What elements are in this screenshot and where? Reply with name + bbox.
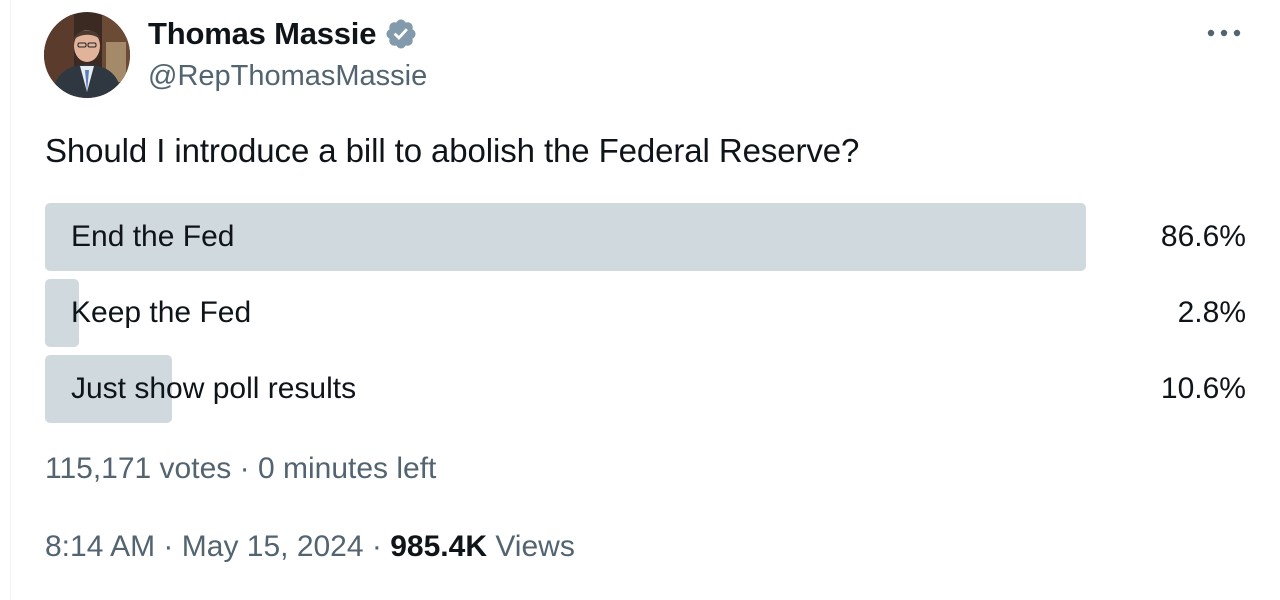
- avatar[interactable]: [44, 12, 130, 98]
- poll-option-percent: 2.8%: [1177, 296, 1246, 329]
- tweet-text: Should I introduce a bill to abolish the…: [45, 132, 860, 169]
- author-handle[interactable]: @RepThomasMassie: [148, 60, 427, 93]
- poll-option: Just show poll results 10.6%: [45, 355, 1250, 423]
- divider: [10, 0, 11, 600]
- avatar-image: [44, 12, 130, 98]
- display-name[interactable]: Thomas Massie: [148, 16, 376, 52]
- tweet-footer: 8:14 AM · May 15, 2024 · 985.4K Views: [45, 530, 575, 564]
- poll-option: Keep the Fed 2.8%: [45, 279, 1250, 347]
- author-name-row: Thomas Massie: [148, 14, 418, 54]
- poll-option-label: Just show poll results: [71, 372, 357, 405]
- poll-votes: 115,171 votes: [45, 452, 232, 485]
- poll-option-percent: 86.6%: [1160, 220, 1246, 253]
- poll-option-label: Keep the Fed: [71, 296, 252, 329]
- poll-option: End the Fed 86.6%: [45, 203, 1250, 271]
- poll: End the Fed 86.6% Keep the Fed 2.8% Just…: [45, 203, 1250, 431]
- verified-badge-icon[interactable]: [384, 17, 418, 51]
- separator: ·: [371, 530, 382, 563]
- poll-meta: 115,171 votes · 0 minutes left: [45, 452, 436, 486]
- views-count[interactable]: 985.4K: [390, 530, 487, 563]
- poll-option-percent: 10.6%: [1160, 372, 1246, 405]
- more-options-button[interactable]: [1204, 18, 1244, 48]
- poll-option-label: End the Fed: [71, 220, 235, 253]
- separator: ·: [239, 452, 250, 485]
- views-label: Views: [495, 530, 575, 563]
- more-horizontal-icon: [1207, 29, 1241, 37]
- tweet-date[interactable]: May 15, 2024: [182, 530, 364, 563]
- tweet-card: Thomas Massie @RepThomasMassie Should I …: [0, 0, 1280, 600]
- tweet-time[interactable]: 8:14 AM: [45, 530, 155, 563]
- poll-time-left: 0 minutes left: [257, 452, 437, 485]
- separator: ·: [163, 530, 174, 563]
